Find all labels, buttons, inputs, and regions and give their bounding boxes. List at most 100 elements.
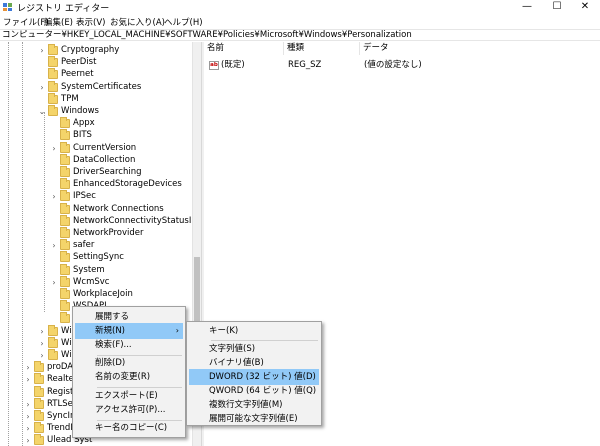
folder-icon — [60, 129, 70, 141]
tree-node-label: CurrentVersion — [73, 142, 137, 153]
chevron-right-icon[interactable]: › — [50, 142, 58, 155]
chevron-right-icon[interactable]: › — [38, 349, 46, 362]
string-value-icon: ab — [209, 61, 219, 70]
chevron-right-icon[interactable]: › — [24, 410, 32, 423]
menu-item-copy-key-name[interactable]: キー名のコピー(C) — [75, 420, 183, 436]
chevron-right-icon — [50, 166, 58, 179]
chevron-right-icon[interactable]: › — [38, 81, 46, 94]
chevron-right-icon — [50, 117, 58, 130]
chevron-right-icon[interactable]: › — [24, 373, 32, 386]
folder-icon — [60, 275, 70, 287]
tree-node-label: Cryptography — [61, 45, 120, 55]
folder-icon — [60, 288, 70, 299]
maximize-button[interactable]: ☐ — [542, 0, 572, 14]
chevron-right-icon — [50, 129, 58, 142]
folder-icon — [60, 141, 70, 153]
chevron-right-icon[interactable]: › — [24, 398, 32, 411]
tree-node-label: NetworkConnectivityStatusIndicator — [73, 215, 192, 226]
menu-help[interactable]: ヘルプ(H) — [164, 16, 203, 28]
value-data[interactable]: (値の設定なし) — [364, 59, 422, 72]
chevron-right-icon — [50, 251, 58, 264]
folder-icon — [48, 324, 58, 336]
chevron-right-icon[interactable]: › — [38, 337, 46, 350]
address-path[interactable]: コンピューター¥HKEY_LOCAL_MACHINE¥SOFTWARE¥Poli… — [2, 30, 412, 41]
chevron-right-icon[interactable]: › — [50, 276, 58, 289]
tree-node-label: SettingSync — [73, 252, 124, 263]
folder-icon — [48, 44, 58, 55]
new-submenu: キー(K) 文字列値(S) バイナリ値(B) DWORD (32 ビット) 値(… — [186, 321, 322, 426]
tree-node-label: safer — [73, 240, 95, 251]
chevron-right-icon[interactable]: › — [50, 190, 58, 203]
chevron-right-icon[interactable]: › — [38, 325, 46, 338]
tree-node-label: EnhancedStorageDevices — [73, 179, 182, 190]
menu-view[interactable]: 表示(V) — [76, 16, 105, 28]
menu-favorites[interactable]: お気に入り(A) — [110, 16, 165, 28]
column-header-data[interactable]: データ — [360, 42, 600, 55]
chevron-down-icon[interactable]: ⌄ — [38, 105, 46, 118]
folder-icon — [34, 373, 44, 385]
tree-node-label: IPSec — [73, 191, 96, 202]
address-bar[interactable]: コンピューター¥HKEY_LOCAL_MACHINE¥SOFTWARE¥Poli… — [0, 29, 600, 41]
chevron-right-icon — [50, 178, 58, 191]
tree-node-label: Windows — [61, 106, 99, 116]
tree-node-label: Appx — [73, 118, 95, 129]
menu-file[interactable]: ファイル(F) — [3, 16, 49, 28]
folder-icon — [60, 202, 70, 214]
folder-icon — [60, 214, 70, 226]
regedit-app-icon — [3, 3, 12, 11]
folder-icon — [60, 117, 70, 129]
folder-icon — [60, 263, 70, 275]
folder-icon — [60, 251, 70, 263]
chevron-right-icon[interactable]: › — [24, 361, 32, 374]
menu-item-new-label: 新規(N) — [95, 326, 125, 336]
column-header-name[interactable]: 名前 — [204, 42, 284, 55]
submenu-item-expandable-string-value[interactable]: 展開可能な文字列値(E) — [189, 411, 319, 427]
tree-node-label: WorkplaceJoin — [73, 289, 133, 299]
folder-icon — [34, 397, 44, 409]
folder-icon — [34, 434, 44, 446]
value-name[interactable]: (既定) — [221, 59, 245, 72]
submenu-item-key[interactable]: キー(K) — [189, 323, 319, 339]
tree-node-label: System — [73, 264, 105, 275]
menu-edit[interactable]: 編集(E) — [44, 16, 73, 28]
menu-item-rename[interactable]: 名前の変更(R) — [75, 369, 183, 385]
folder-icon — [60, 153, 70, 165]
chevron-right-icon[interactable]: › — [38, 44, 46, 57]
tree-node-label: PeerDist — [61, 57, 97, 68]
menu-item-find[interactable]: 検索(F)... — [75, 337, 183, 353]
column-header-type[interactable]: 種類 — [284, 42, 360, 55]
tree-guide-line — [44, 112, 45, 312]
folder-icon — [48, 349, 58, 360]
minimize-button[interactable]: — — [512, 0, 542, 14]
chevron-right-icon — [50, 288, 58, 301]
chevron-right-icon[interactable]: › — [24, 434, 32, 446]
chevron-right-icon — [38, 56, 46, 69]
folder-icon — [48, 80, 58, 92]
chevron-right-icon — [50, 300, 58, 313]
chevron-right-icon — [50, 227, 58, 240]
context-menu: 展開する 新規(N) › 検索(F)... 削除(D) 名前の変更(R) エクス… — [72, 306, 186, 438]
chevron-right-icon[interactable]: › — [50, 239, 58, 252]
tree-node-label: BITS — [73, 130, 92, 141]
folder-icon — [60, 190, 70, 202]
folder-icon — [60, 166, 70, 177]
tree-node-label: DriverSearching — [73, 167, 142, 177]
folder-icon — [48, 336, 58, 348]
tree-node-label: DataCollection — [73, 154, 136, 165]
tree-guide-line — [8, 42, 9, 446]
chevron-right-icon[interactable]: › — [24, 422, 32, 435]
folder-icon — [60, 239, 70, 251]
folder-icon — [34, 361, 44, 373]
menu-item-permissions[interactable]: アクセス許可(P)... — [75, 402, 183, 418]
chevron-right-icon — [50, 312, 58, 325]
chevron-right-icon — [50, 264, 58, 277]
value-type[interactable]: REG_SZ — [288, 59, 321, 72]
folder-icon — [60, 227, 70, 238]
folder-icon — [60, 300, 70, 312]
tree-node-label: Network Connections — [73, 203, 164, 214]
tree-node-label: TPM — [61, 93, 79, 104]
tree-node-label: Peernet — [61, 69, 94, 80]
close-button[interactable]: ✕ — [570, 0, 600, 14]
folder-icon — [60, 312, 70, 324]
chevron-right-icon — [38, 93, 46, 106]
